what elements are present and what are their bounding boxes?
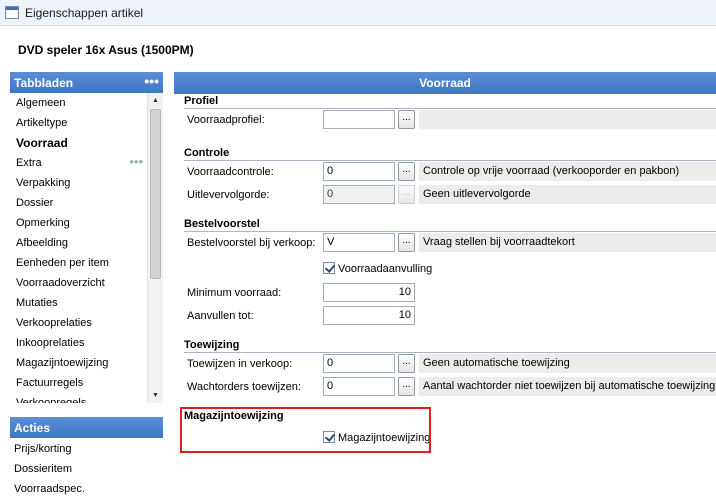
- wachtorders-toewijzen-label: Wachtorders toewijzen:: [187, 381, 301, 393]
- sidebar-item-label: Extra: [16, 157, 42, 169]
- voorraadcontrole-description: Controle op vrije voorraad (verkooporder…: [419, 162, 716, 181]
- bestelvoorstel-bij-verkoop-input[interactable]: V: [323, 233, 395, 252]
- sidebar-item-label: Verkooprelaties: [16, 317, 92, 329]
- sidebar-item-label: Verpakking: [16, 177, 71, 189]
- actions-header: Acties: [10, 417, 163, 438]
- more-icon[interactable]: •••: [144, 73, 159, 89]
- uitlevervolgorde-label: Uitlevervolgorde:: [187, 189, 270, 201]
- voorraadcontrole-input[interactable]: 0: [323, 162, 395, 181]
- aanvullen-tot-input[interactable]: 10: [323, 306, 415, 325]
- window-titlebar: Eigenschappen artikel: [0, 0, 716, 26]
- sidebar-item-mutaties[interactable]: Mutaties: [10, 293, 147, 313]
- action-item-prijs-korting[interactable]: Prijs/korting: [10, 439, 163, 459]
- sidebar-item-label: Opmerking: [16, 217, 70, 229]
- group-title-controle: Controle: [184, 147, 230, 159]
- sidebar-item-opmerking[interactable]: Opmerking: [10, 213, 147, 233]
- sidebar-item-verkooprelaties[interactable]: Verkooprelaties: [10, 313, 147, 333]
- voorraadprofiel-input[interactable]: [323, 110, 395, 129]
- sidebar-item-extra[interactable]: Extra •••: [10, 153, 147, 173]
- sidebar-item-label: Magazijntoewijzing: [16, 357, 109, 369]
- group-divider: [184, 231, 716, 232]
- sidebar-item-label: Eenheden per item: [16, 257, 109, 269]
- sidebar-item-label: Algemeen: [16, 97, 66, 109]
- more-icon[interactable]: •••: [129, 152, 143, 172]
- uitlevervolgorde-browse-button: ...: [398, 185, 415, 204]
- wachtorders-toewijzen-description: Aantal wachtorder niet toewijzen bij aut…: [419, 377, 716, 396]
- window-title: Eigenschappen artikel: [25, 6, 144, 20]
- aanvullen-tot-label: Aanvullen tot:: [187, 310, 254, 322]
- sidebar-item-magazijntoewijzing[interactable]: Magazijntoewijzing: [10, 353, 147, 373]
- wachtorders-toewijzen-browse-button[interactable]: ...: [398, 377, 415, 396]
- voorraadaanvulling-label: Voorraadaanvulling: [338, 263, 433, 275]
- action-item-voorraadspec-[interactable]: Voorraadspec.: [10, 479, 163, 498]
- uitlevervolgorde-input: 0: [323, 185, 395, 204]
- sidebar-item-label: Verkoopregels: [16, 397, 87, 403]
- sidebar-item-label: Voorraad: [16, 136, 68, 150]
- voorraadaanvulling-checkbox-row[interactable]: Voorraadaanvulling: [323, 262, 432, 275]
- tabs-header: Tabbladen •••: [10, 72, 163, 93]
- sidebar-item-verpakking[interactable]: Verpakking: [10, 173, 147, 193]
- highlight-box: [180, 407, 431, 453]
- voorraadcontrole-browse-button[interactable]: ...: [398, 162, 415, 181]
- sidebar-item-voorraad[interactable]: Voorraad: [10, 133, 147, 153]
- sidebar-item-factuurregels[interactable]: Factuurregels: [10, 373, 147, 393]
- sidebar-item-label: Factuurregels: [16, 377, 84, 389]
- scroll-thumb[interactable]: [150, 109, 161, 279]
- group-divider: [184, 108, 716, 109]
- uitlevervolgorde-description: Geen uitlevervolgorde: [419, 185, 716, 204]
- toewijzen-in-verkoop-description: Geen automatische toewijzing: [419, 354, 716, 373]
- left-panel: Tabbladen ••• Algemeen Artikeltype Voorraa…: [10, 72, 163, 498]
- group-divider: [184, 352, 716, 353]
- sidebar-item-label: Artikeltype: [16, 117, 68, 129]
- main-header: Voorraad: [174, 72, 716, 94]
- sidebar-item-label: Inkooprelaties: [16, 337, 85, 349]
- sidebar-item-dossier[interactable]: Dossier: [10, 193, 147, 213]
- minimum-voorraad-label: Minimum voorraad:: [187, 287, 282, 299]
- group-title-profiel: Profiel: [184, 95, 219, 107]
- minimum-voorraad-input[interactable]: 10: [323, 283, 415, 302]
- voorraadprofiel-browse-button[interactable]: ...: [398, 110, 415, 129]
- sidebar-item-inkooprelaties[interactable]: Inkooprelaties: [10, 333, 147, 353]
- sidebar-item-label: Afbeelding: [16, 237, 68, 249]
- voorraadprofiel-description: [419, 110, 716, 129]
- sidebar-item-artikeltype[interactable]: Artikeltype: [10, 113, 147, 133]
- actions-list: Prijs/korting Dossieritem Voorraadspec.: [10, 439, 163, 498]
- group-divider: [184, 160, 716, 161]
- toewijzen-in-verkoop-label: Toewijzen in verkoop:: [187, 358, 293, 370]
- bestelvoorstel-bij-verkoop-label: Bestelvoorstel bij verkoop:: [187, 237, 316, 249]
- sidebar-item-algemeen[interactable]: Algemeen: [10, 93, 147, 113]
- toewijzen-in-verkoop-browse-button[interactable]: ...: [398, 354, 415, 373]
- window-app-icon: [5, 6, 19, 19]
- tab-list: Algemeen Artikeltype Voorraad Extra ••• Verpa…: [10, 93, 147, 403]
- sidebar-item-eenheden-per-item[interactable]: Eenheden per item: [10, 253, 147, 273]
- scroll-down-icon[interactable]: ▼: [148, 388, 163, 403]
- sidebar-item-voorraadoverzicht[interactable]: Voorraadoverzicht: [10, 273, 147, 293]
- scroll-up-icon[interactable]: ▲: [148, 93, 163, 108]
- sidebar-item-afbeelding[interactable]: Afbeelding: [10, 233, 147, 253]
- bestelvoorstel-description: Vraag stellen bij voorraadtekort: [419, 233, 716, 252]
- sidebar-item-label: Dossier: [16, 197, 54, 209]
- bestelvoorstel-browse-button[interactable]: ...: [398, 233, 415, 252]
- voorraadcontrole-label: Voorraadcontrole:: [187, 166, 274, 178]
- tabs-header-label: Tabbladen: [14, 76, 74, 90]
- article-header: DVD speler 16x Asus (1500PM): [0, 27, 716, 70]
- action-item-dossieritem[interactable]: Dossieritem: [10, 459, 163, 479]
- group-title-bestelvoorstel: Bestelvoorstel: [184, 218, 260, 230]
- toewijzen-in-verkoop-input[interactable]: 0: [323, 354, 395, 373]
- group-title-toewijzing: Toewijzing: [184, 339, 240, 351]
- sidebar-item-verkoopregels[interactable]: Verkoopregels: [10, 393, 147, 403]
- wachtorders-toewijzen-input[interactable]: 0: [323, 377, 395, 396]
- tab-list-scrollbar[interactable]: ▲ ▼: [147, 93, 163, 403]
- voorraadprofiel-label: Voorraadprofiel:: [187, 114, 265, 126]
- sidebar-item-label: Mutaties: [16, 297, 58, 309]
- voorraadaanvulling-checkbox[interactable]: [323, 262, 335, 274]
- article-title: DVD speler 16x Asus (1500PM): [18, 43, 194, 57]
- sidebar-item-label: Voorraadoverzicht: [16, 277, 105, 289]
- actions-header-label: Acties: [14, 421, 51, 435]
